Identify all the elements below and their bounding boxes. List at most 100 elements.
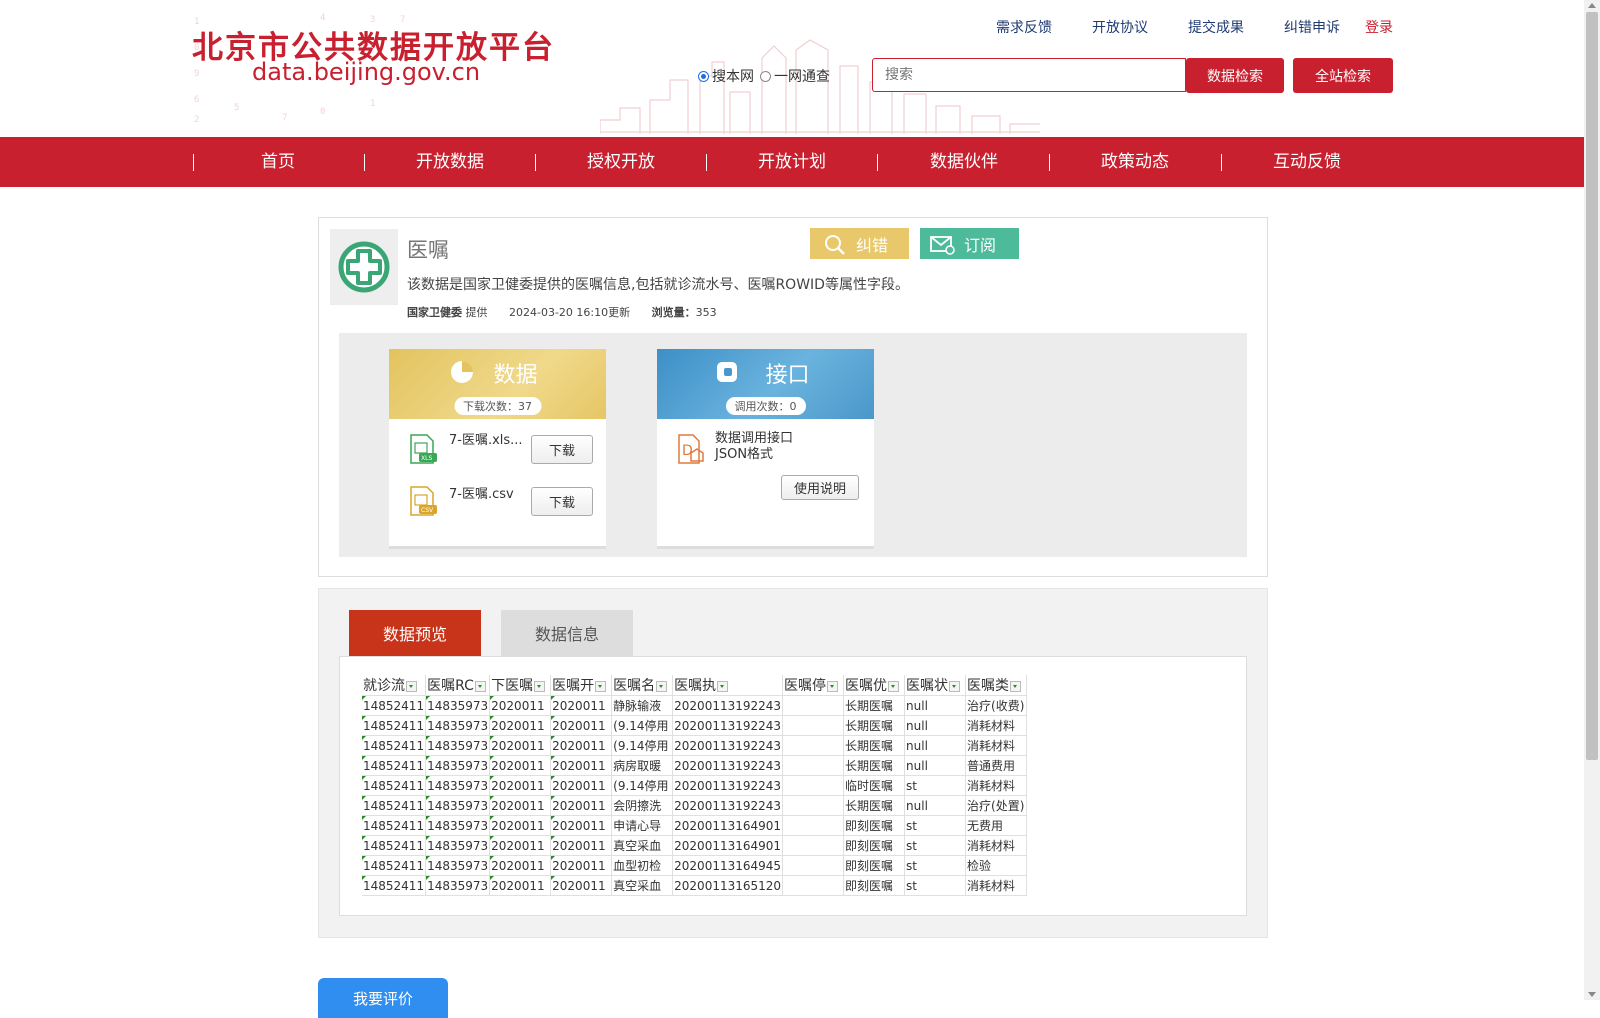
- file-name-xls[interactable]: 7-医嘱.xls...: [449, 433, 529, 449]
- login-link[interactable]: 登录: [1365, 17, 1393, 37]
- cell-value: 消耗材料: [967, 779, 1016, 793]
- radio-unchecked-icon[interactable]: [760, 70, 771, 82]
- filter-dropdown-icon[interactable]: [656, 680, 668, 692]
- nav-separator: [1049, 154, 1050, 171]
- mail-icon: [930, 235, 955, 255]
- nav-data-partners[interactable]: 数据伙伴: [899, 137, 1029, 187]
- filter-dropdown-icon[interactable]: [1010, 680, 1022, 692]
- sheet-header-cell[interactable]: 医嘱优: [843, 675, 906, 696]
- sheet-header-cell[interactable]: 医嘱RC: [425, 675, 491, 696]
- cell-value: 即刻医嘱: [845, 879, 894, 893]
- table-cell: 14852411: [362, 715, 427, 736]
- cell-value: 2020011: [552, 698, 606, 713]
- filter-dropdown-icon[interactable]: [717, 680, 729, 692]
- radio-checked-icon[interactable]: [698, 70, 709, 82]
- cell-value: 14835973: [427, 858, 489, 873]
- usage-guide-button[interactable]: 使用说明: [781, 475, 859, 500]
- correct-button[interactable]: 纠错: [810, 228, 909, 259]
- table-cell: 14835973: [425, 855, 491, 876]
- cell-value: 治疗(处置): [967, 799, 1025, 813]
- sheet-header-cell[interactable]: 医嘱名: [611, 675, 674, 696]
- cell-value: st: [906, 838, 918, 853]
- cell-value: 14835973: [427, 838, 489, 853]
- xls-file-icon: XLS: [410, 434, 437, 464]
- filter-dropdown-icon[interactable]: [406, 680, 417, 692]
- sheet-header-cell[interactable]: 医嘱类: [965, 675, 1028, 696]
- data-search-button[interactable]: 数据检索: [1186, 58, 1284, 93]
- scrollbar-thumb[interactable]: [1586, 12, 1598, 760]
- table-cell: 20200113192243: [672, 795, 784, 816]
- nav-home[interactable]: 首页: [213, 137, 343, 187]
- nav-open-plan[interactable]: 开放计划: [727, 137, 857, 187]
- filter-dropdown-icon[interactable]: [888, 680, 900, 692]
- filter-dropdown-icon[interactable]: [534, 680, 546, 692]
- nav-policy-news[interactable]: 政策动态: [1070, 137, 1200, 187]
- page-scrollbar[interactable]: [1584, 0, 1600, 1000]
- table-cell: st: [904, 875, 967, 896]
- provider-name: 国家卫健委: [407, 306, 462, 319]
- table-cell: 20200113164901: [672, 815, 784, 836]
- site-search-button[interactable]: 全站检索: [1293, 58, 1393, 93]
- file-name-csv[interactable]: 7-医嘱.csv: [449, 487, 529, 503]
- nav-separator: [364, 154, 365, 171]
- cell-value: 2020011: [552, 858, 606, 873]
- cell-marker-icon: [551, 856, 556, 860]
- nav-open-data[interactable]: 开放数据: [385, 137, 515, 187]
- radio-this-site[interactable]: 搜本网: [698, 66, 754, 86]
- data-resource-header: 数据 下载次数：37: [389, 349, 606, 419]
- search-input[interactable]: [883, 59, 1177, 91]
- sheet-header-cell[interactable]: 下医嘱: [489, 675, 552, 696]
- table-cell: 20200113192243: [672, 735, 784, 756]
- scroll-down-arrow-icon[interactable]: [1588, 992, 1596, 997]
- filter-dropdown-icon[interactable]: [827, 680, 839, 692]
- cell-marker-icon: [490, 796, 495, 800]
- nav-separator: [877, 154, 878, 171]
- scroll-up-arrow-icon[interactable]: [1588, 3, 1596, 8]
- table-cell: st: [904, 855, 967, 876]
- nav-interactive-feedback[interactable]: 互动反馈: [1242, 137, 1372, 187]
- cell-value: 14835973: [427, 698, 489, 713]
- table-cell: 14835973: [425, 735, 491, 756]
- download-xls-button[interactable]: 下载: [531, 435, 593, 464]
- sheet-header-cell[interactable]: 就诊流: [362, 675, 427, 696]
- cell-marker-icon: [490, 876, 495, 880]
- sheet-header-cell[interactable]: 医嘱状: [904, 675, 967, 696]
- download-csv-button[interactable]: 下载: [531, 487, 593, 516]
- site-logo-url[interactable]: data.beijing.gov.cn: [252, 58, 480, 86]
- table-cell: 20200113164901: [672, 835, 784, 856]
- cell-marker-icon: [426, 856, 431, 860]
- table-cell: 静脉输液: [611, 695, 674, 716]
- preview-table: 就诊流 医嘱RC 下医嘱 医嘱开 医嘱名 医嘱执 医嘱停 医嘱优 医嘱状 医嘱类 14852411 1…: [362, 675, 1028, 896]
- cell-value: 消耗材料: [967, 879, 1016, 893]
- sheet-header-cell[interactable]: 医嘱停: [782, 675, 845, 696]
- cell-marker-icon: [490, 716, 495, 720]
- cell-value: 14852411: [363, 698, 425, 713]
- link-open-agreement[interactable]: 开放协议: [1092, 17, 1148, 37]
- table-cell: 2020011: [489, 835, 552, 856]
- cell-value: 血型初检: [613, 859, 662, 873]
- sheet-header-cell[interactable]: 医嘱执: [672, 675, 784, 696]
- filter-dropdown-icon[interactable]: [595, 680, 607, 692]
- subscribe-button-label: 订阅: [964, 235, 997, 255]
- cell-value: 20200113192243: [674, 738, 782, 753]
- filter-dropdown-icon[interactable]: [949, 680, 961, 692]
- tab-data-info[interactable]: 数据信息: [501, 610, 633, 656]
- filter-dropdown-icon[interactable]: [474, 680, 486, 692]
- link-submit-results[interactable]: 提交成果: [1188, 17, 1244, 37]
- nav-authorized-open[interactable]: 授权开放: [556, 137, 686, 187]
- svg-text:0: 0: [320, 107, 325, 117]
- radio-one-network[interactable]: 一网通查: [760, 66, 830, 86]
- tab-data-preview[interactable]: 数据预览: [349, 610, 481, 656]
- link-error-appeal[interactable]: 纠错申诉: [1284, 17, 1340, 37]
- table-cell: 14852411: [362, 755, 427, 776]
- rate-button[interactable]: 我要评价: [318, 978, 448, 1018]
- table-cell: 14852411: [362, 695, 427, 716]
- cell-value: 14835973: [427, 798, 489, 813]
- sheet-header-cell[interactable]: 医嘱开: [550, 675, 613, 696]
- data-resource-card: 数据 下载次数：37 XLS 7-医嘱.xls... 下载 CSV 7-医嘱.c…: [389, 349, 606, 549]
- table-cell: 2020011: [489, 695, 552, 716]
- subscribe-button[interactable]: 订阅: [920, 228, 1019, 259]
- cell-value: 20200113164945: [674, 858, 782, 873]
- api-resource-card: 接口 调用次数：0 D 数据调用接口 JSON格式 使用说明: [657, 349, 874, 549]
- link-demand-feedback[interactable]: 需求反馈: [996, 17, 1052, 37]
